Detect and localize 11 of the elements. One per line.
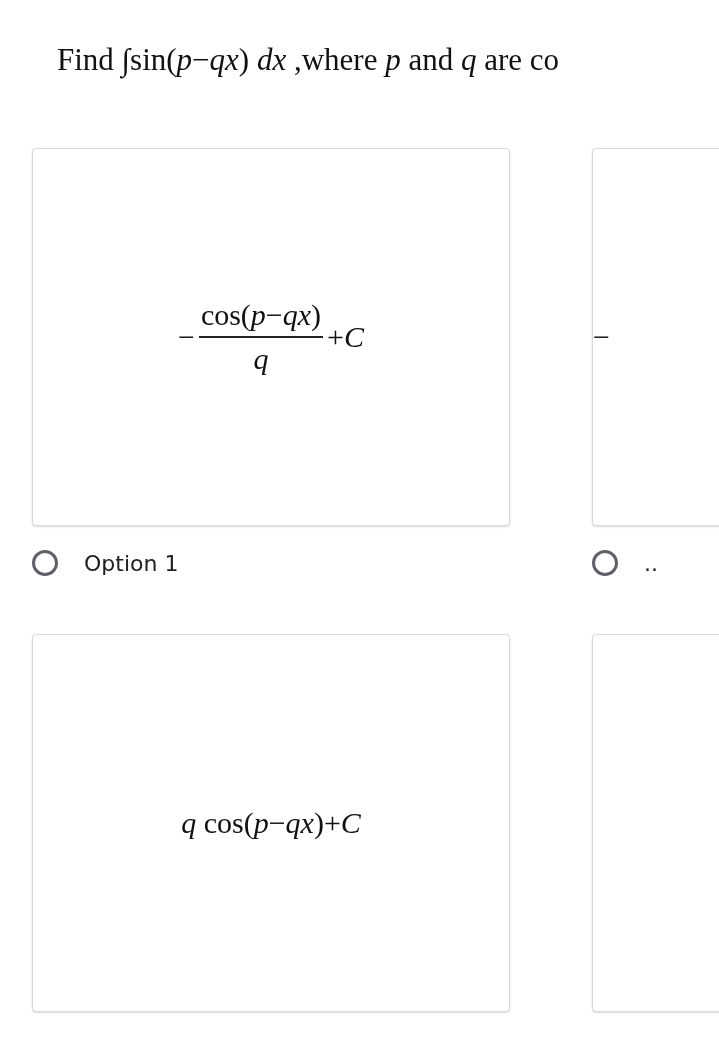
option-card[interactable]: − [592,148,719,526]
radio-button[interactable] [592,550,618,576]
radio-button[interactable] [32,550,58,576]
formula: − cos(p−qx) q +C [177,298,365,376]
option-card[interactable]: − cos(p−qx) q +C [32,148,510,526]
question-text: Find ∫sin(p−qx) dx ,where p and q are co [56,41,561,81]
formula: q cos(p−qx)+C [181,806,361,840]
option-label: .. [644,550,658,578]
formula: − [593,320,610,354]
option-label: Option 1 [84,550,179,578]
option-card[interactable]: q cos(p−qx)+C [32,634,510,1012]
